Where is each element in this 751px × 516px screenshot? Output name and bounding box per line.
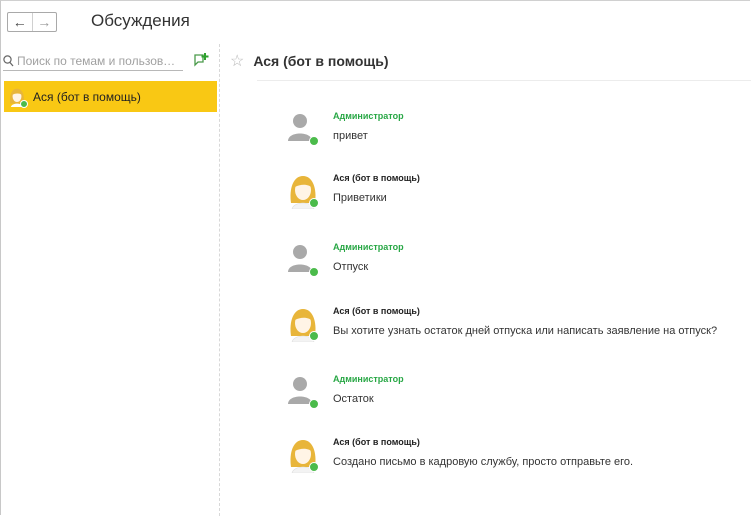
- new-discussion-button[interactable]: [193, 52, 209, 68]
- message-text: Приветики: [333, 192, 387, 204]
- search-placeholder: Поиск по темам и пользова...: [17, 54, 179, 68]
- online-indicator: [309, 462, 319, 472]
- message-item: Администратор Отпуск: [286, 242, 751, 282]
- message-item: Ася (бот в помощь) Создано письмо в кадр…: [286, 437, 751, 477]
- chat-title: Ася (бот в помощь): [253, 53, 389, 69]
- chat-panel: ☆ Ася (бот в помощь) Администратор приве…: [220, 44, 751, 516]
- new-chat-icon: [194, 53, 209, 67]
- message-item: Ася (бот в помощь) Приветики: [286, 173, 751, 213]
- star-icon[interactable]: ☆: [230, 51, 244, 71]
- forward-button[interactable]: →: [31, 13, 57, 31]
- message-text: Отпуск: [333, 261, 369, 273]
- online-indicator: [309, 331, 319, 341]
- message-item: Администратор Остаток: [286, 374, 751, 414]
- message-author[interactable]: Администратор: [333, 111, 404, 121]
- online-indicator: [309, 267, 319, 277]
- navigation-buttons: ← →: [7, 12, 57, 32]
- chat-header: ☆ Ася (бот в помощь): [230, 51, 389, 71]
- search-icon: [3, 55, 14, 67]
- message-text: привет: [333, 130, 368, 142]
- message-text: Вы хотите узнать остаток дней отпуска ил…: [333, 325, 718, 337]
- divider: [257, 80, 751, 81]
- page-title: Обсуждения: [91, 11, 190, 30]
- online-indicator: [20, 99, 28, 108]
- conversation-label: Ася (бот в помощь): [33, 89, 141, 104]
- conversation-item-asya[interactable]: Ася (бот в помощь): [4, 81, 217, 112]
- message-item: Администратор привет: [286, 111, 751, 151]
- message-author[interactable]: Администратор: [333, 374, 404, 384]
- message-text: Остаток: [333, 393, 374, 405]
- message-item: Ася (бот в помощь) Вы хотите узнать оста…: [286, 306, 751, 346]
- message-author[interactable]: Ася (бот в помощь): [333, 437, 420, 447]
- search-input[interactable]: Поиск по темам и пользова...: [3, 52, 183, 71]
- online-indicator: [309, 136, 319, 146]
- message-author[interactable]: Ася (бот в помощь): [333, 173, 420, 183]
- bot-avatar: [7, 87, 28, 108]
- message-text: Создано письмо в кадровую службу, просто…: [333, 456, 634, 468]
- top-bar: ← → Обсуждения: [0, 0, 751, 44]
- online-indicator: [309, 198, 319, 208]
- message-author[interactable]: Администратор: [333, 242, 404, 252]
- back-button[interactable]: ←: [8, 13, 32, 31]
- sidebar: Поиск по темам и пользова... Ася (бот в …: [0, 44, 220, 516]
- online-indicator: [309, 399, 319, 409]
- message-author[interactable]: Ася (бот в помощь): [333, 306, 420, 316]
